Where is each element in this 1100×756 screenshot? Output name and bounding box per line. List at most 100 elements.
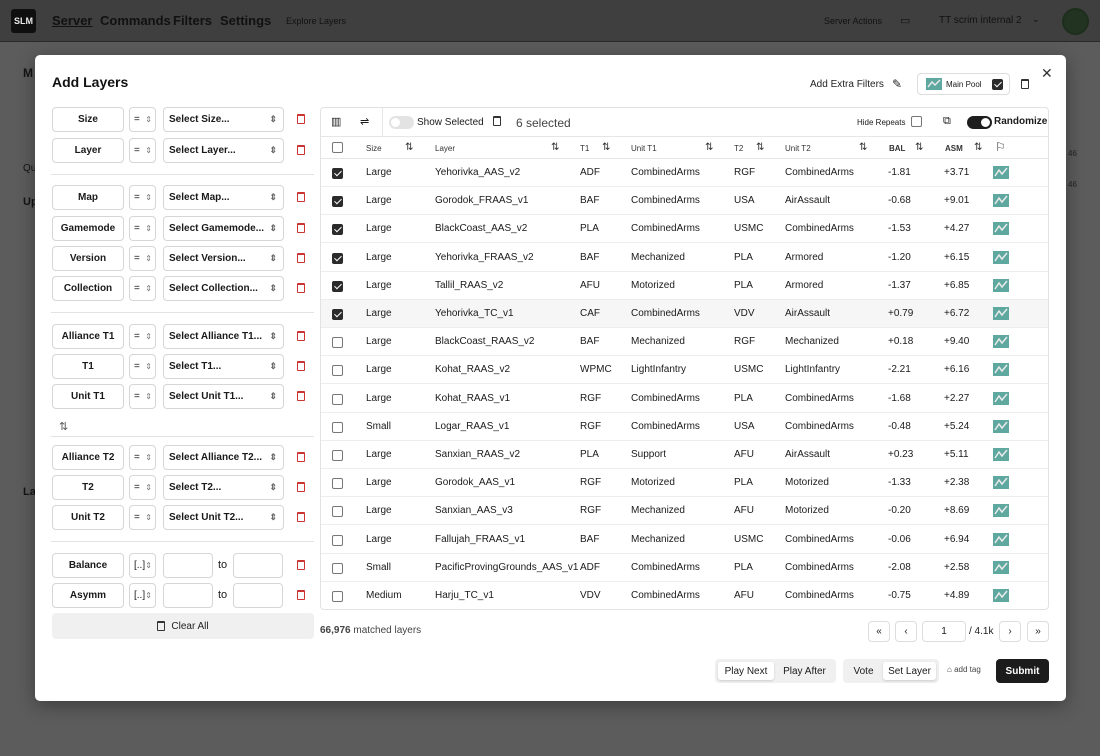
row-checkbox[interactable]	[332, 534, 343, 546]
col-t1[interactable]: T1	[580, 144, 589, 153]
map-preview-icon[interactable]	[993, 391, 1009, 405]
map-preview-icon[interactable]	[993, 194, 1009, 208]
map-preview-icon[interactable]	[993, 363, 1009, 377]
filter-name[interactable]: Asymm	[52, 583, 124, 608]
map-preview-icon[interactable]	[993, 307, 1009, 320]
main-pool-checkbox[interactable]	[991, 78, 1003, 90]
sort-icon[interactable]: ⇅	[974, 142, 982, 153]
trash-icon[interactable]	[297, 361, 305, 374]
trash-icon[interactable]	[297, 391, 305, 404]
table-row[interactable]: Small Logar_RAAS_v1 RGF CombinedArms USA Comb…	[321, 413, 1048, 441]
trash-icon[interactable]	[297, 145, 305, 158]
select-all-checkbox[interactable]	[332, 142, 343, 153]
filter-operator[interactable]: [..]	[129, 553, 156, 578]
set-layer-button[interactable]: Set Layer	[883, 662, 936, 680]
trash-icon[interactable]	[493, 116, 501, 129]
filter-operator[interactable]: [..]	[129, 583, 156, 608]
col-unit-t2[interactable]: Unit T2	[785, 144, 811, 153]
nav-server[interactable]: Server	[52, 13, 92, 28]
row-checkbox[interactable]	[332, 421, 343, 433]
filter-select[interactable]: Select Size...	[163, 107, 284, 132]
nav-settings[interactable]: Settings	[220, 13, 271, 28]
flag-icon[interactable]: ⚐	[995, 140, 1006, 154]
randomize-toggle[interactable]	[967, 116, 992, 129]
nav-filters[interactable]: Filters	[173, 13, 212, 28]
row-checkbox[interactable]	[332, 591, 343, 602]
user-avatar[interactable]	[1062, 8, 1089, 35]
server-actions-button[interactable]: Server Actions	[824, 16, 882, 26]
row-checkbox[interactable]	[332, 337, 343, 349]
filter-name[interactable]: Map	[52, 185, 124, 210]
filter-name[interactable]: Alliance T1	[52, 324, 124, 349]
filter-select[interactable]: Select T2...	[163, 475, 284, 500]
col-asm[interactable]: ASM	[945, 144, 963, 153]
filter-select[interactable]: Select Unit T1...	[163, 384, 284, 409]
col-unit-t1[interactable]: Unit T1	[631, 144, 657, 153]
table-row[interactable]: Large Kohat_RAAS_v1 RGF CombinedArms PLA Comb…	[321, 385, 1048, 413]
row-checkbox[interactable]	[332, 365, 343, 377]
filter-select[interactable]: Select T1...	[163, 354, 284, 379]
filter-select[interactable]: Select Alliance T1...	[163, 324, 284, 349]
edit-icon[interactable]: ✎	[892, 77, 902, 91]
map-preview-icon[interactable]	[993, 222, 1009, 236]
map-preview-icon[interactable]	[993, 419, 1009, 433]
map-preview-icon[interactable]	[993, 560, 1009, 574]
sort-icon[interactable]: ⇅	[405, 142, 413, 153]
map-preview-icon[interactable]	[993, 166, 1009, 179]
table-row[interactable]: Large Gorodok_FRAAS_v1 BAF CombinedArms USA A…	[321, 187, 1048, 216]
trash-icon[interactable]	[297, 114, 305, 127]
filter-operator[interactable]: =	[129, 107, 156, 132]
table-row[interactable]: Small PacificProvingGrounds_AAS_v1 ADF Comb…	[321, 554, 1048, 582]
add-tag-button[interactable]: ⌂ add tag	[947, 665, 981, 674]
trash-icon[interactable]	[297, 223, 305, 236]
sort-icon[interactable]: ⇅	[756, 142, 764, 153]
table-row[interactable]: Large Yehorivka_FRAAS_v2 BAF Mechanized PLA A…	[321, 244, 1048, 272]
copy-icon[interactable]: ⧉	[943, 115, 951, 128]
delete-pool-icon[interactable]	[1021, 79, 1029, 92]
map-preview-icon[interactable]	[993, 504, 1009, 518]
trash-icon[interactable]	[297, 331, 305, 344]
trash-icon[interactable]	[297, 512, 305, 525]
filter-operator[interactable]: =	[129, 505, 156, 530]
chevron-down-icon[interactable]: ⌄	[1032, 14, 1040, 25]
row-checkbox[interactable]	[332, 393, 343, 405]
hide-repeats-checkbox[interactable]	[911, 116, 922, 127]
row-checkbox[interactable]	[332, 478, 343, 490]
filter-operator[interactable]: =	[129, 138, 156, 163]
table-row[interactable]: Large Yehorivka_TC_v1 CAF CombinedArms VDV Ai…	[321, 300, 1048, 328]
submit-button[interactable]: Submit	[996, 659, 1049, 683]
row-checkbox[interactable]	[332, 280, 343, 292]
filter-operator[interactable]: =	[129, 185, 156, 210]
filter-name[interactable]: Alliance T2	[52, 445, 124, 470]
filter-select[interactable]: Select Unit T2...	[163, 505, 284, 530]
trash-icon[interactable]	[297, 560, 305, 573]
vote-button[interactable]: Vote	[846, 662, 881, 680]
balance-min-input[interactable]	[163, 553, 213, 578]
map-preview-icon[interactable]	[993, 589, 1009, 602]
play-next-button[interactable]: Play Next	[718, 662, 774, 680]
table-row[interactable]: Large Tallil_RAAS_v2 AFU Motorized PLA Armore…	[321, 272, 1048, 300]
filter-operator[interactable]: =	[129, 445, 156, 470]
col-t2[interactable]: T2	[734, 144, 743, 153]
filter-select[interactable]: Select Layer...	[163, 138, 284, 163]
filter-name[interactable]: Size	[52, 107, 124, 132]
filter-operator[interactable]: =	[129, 384, 156, 409]
sort-icon[interactable]: ⇅	[859, 142, 867, 153]
sort-icon[interactable]: ⇅	[551, 142, 559, 153]
filter-operator[interactable]: =	[129, 354, 156, 379]
table-row[interactable]: Large Sanxian_AAS_v3 RGF Mechanized AFU Motor…	[321, 497, 1048, 526]
map-preview-icon[interactable]	[993, 476, 1009, 490]
table-row[interactable]: Medium Harju_TC_v1 VDV CombinedArms AFU Combi…	[321, 582, 1048, 609]
filter-name[interactable]: Unit T2	[52, 505, 124, 530]
col-bal[interactable]: BAL	[889, 144, 905, 153]
row-checkbox[interactable]	[332, 506, 343, 518]
row-checkbox[interactable]	[332, 168, 343, 179]
page-input[interactable]: 1	[922, 621, 966, 642]
trash-icon[interactable]	[297, 590, 305, 603]
map-preview-icon[interactable]	[993, 278, 1009, 292]
add-extra-filters-button[interactable]: Add Extra Filters	[810, 79, 884, 90]
row-checkbox[interactable]	[332, 562, 343, 574]
main-pool-toggle[interactable]: Main Pool	[917, 73, 1010, 95]
sort-icon[interactable]: ⇅	[705, 142, 713, 153]
nav-commands[interactable]: Commands	[100, 13, 171, 28]
